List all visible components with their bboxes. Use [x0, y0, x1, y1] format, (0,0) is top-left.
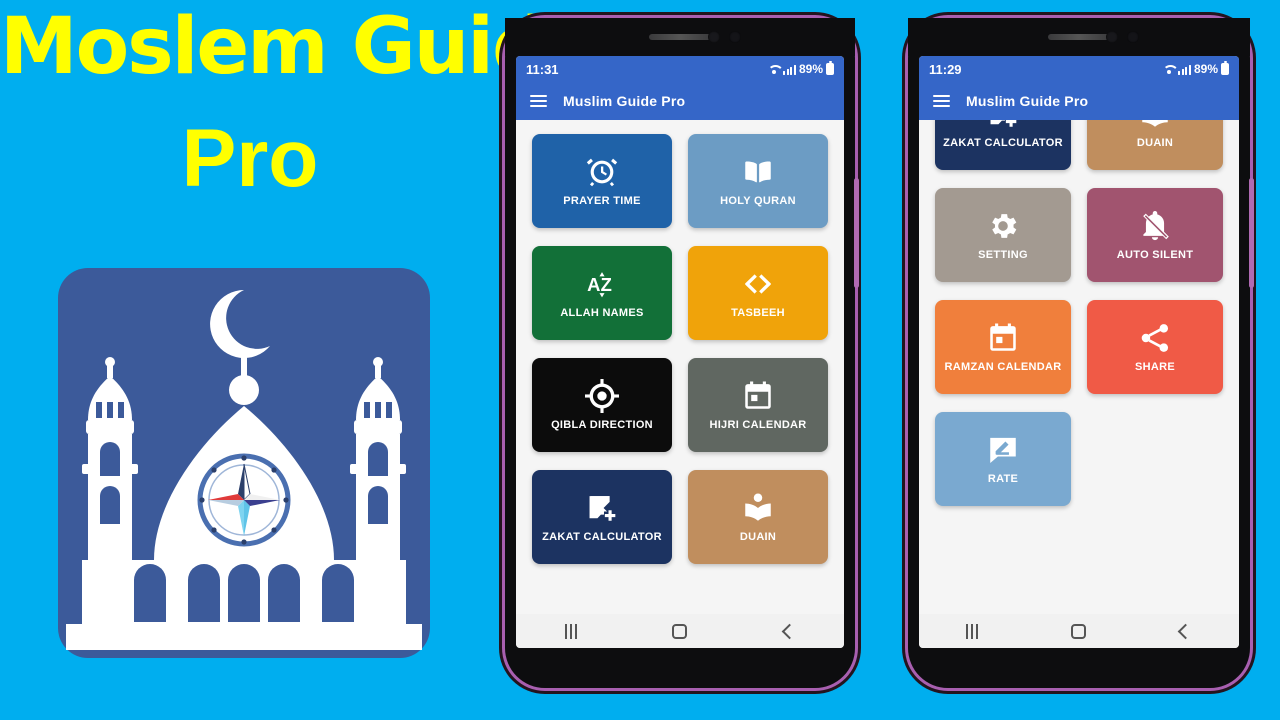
tile-label: SHARE [1134, 360, 1175, 373]
tile-label: PRAYER TIME [563, 194, 641, 207]
tile-label: DUAIN [1136, 136, 1174, 149]
person-reading-icon [741, 491, 775, 525]
tile-label: ZAKAT CALCULATOR [542, 530, 662, 543]
home-icon[interactable] [660, 620, 700, 642]
app-bar: Muslim Guide Pro [919, 82, 1239, 120]
tile-hijri-calendar[interactable]: HIJRI CALENDAR [688, 358, 828, 452]
status-time: 11:29 [929, 61, 962, 77]
cellular-signal-icon [783, 64, 796, 75]
tile-holy-quran[interactable]: HOLY QURAN [688, 134, 828, 228]
tile-label: TASBEEH [731, 306, 785, 319]
back-icon[interactable] [769, 620, 809, 642]
status-battery-percent: 89% [798, 62, 823, 76]
tile-prayer-time[interactable]: PRAYER TIME [532, 134, 672, 228]
android-nav-bar [516, 614, 844, 648]
phone-left-screen: 11:31 89% Muslim Guide Pro PRAYER TIME HO… [516, 56, 844, 648]
gear-icon [986, 209, 1020, 243]
sort-az-icon: AZ [585, 267, 619, 301]
calendar-icon [741, 379, 775, 413]
menu-grid: ZAKAT CALCULATOR DUAIN SETTING AUTO SILENT R… [919, 120, 1239, 520]
status-time: 11:31 [526, 61, 559, 77]
calculator-plus-icon [585, 491, 619, 525]
hamburger-menu-icon[interactable] [530, 95, 547, 107]
hamburger-menu-icon[interactable] [933, 95, 950, 107]
back-icon[interactable] [1166, 620, 1206, 642]
battery-full-icon [1221, 61, 1229, 75]
wifi-icon [1162, 64, 1175, 75]
phone-right-device: 11:29 89% Muslim Guide Pro ZAKAT CALCULA… [908, 18, 1254, 688]
tile-label: ALLAH NAMES [560, 306, 644, 319]
front-sensor-icon [1126, 31, 1139, 43]
battery-charging-icon [826, 61, 834, 75]
wifi-icon [767, 64, 780, 75]
status-bar: 11:31 89% [516, 56, 844, 82]
status-battery-percent: 89% [1193, 62, 1218, 76]
front-sensor-icon [729, 31, 741, 43]
menu-grid-scroll[interactable]: PRAYER TIME HOLY QURAN A Z ALLAH NAMES TASBEE… [516, 120, 844, 614]
phone-left-device: 11:31 89% Muslim Guide Pro PRAYER TIME HO… [505, 18, 859, 688]
tile-label: RAMZAN CALENDAR [944, 360, 1062, 373]
alarm-clock-icon [585, 155, 619, 189]
recents-icon[interactable] [551, 620, 591, 642]
calendar-icon [986, 321, 1020, 355]
earpiece-speaker [649, 34, 711, 40]
svg-text:Z: Z [601, 274, 612, 295]
status-bar: 11:29 89% [919, 56, 1239, 82]
calculator-plus-icon [986, 120, 1020, 131]
rate-review-icon [986, 433, 1020, 467]
tile-label: HIJRI CALENDAR [709, 418, 807, 431]
svg-text:A: A [587, 274, 600, 295]
phone-notch [505, 18, 855, 56]
tile-label: ZAKAT CALCULATOR [943, 136, 1063, 149]
tile-label: SETTING [978, 248, 1028, 261]
tile-zakat-calculator[interactable]: ZAKAT CALCULATOR [532, 470, 672, 564]
promo-panel: Moslem Guide Pro [0, 0, 599, 720]
tile-label: HOLY QURAN [720, 194, 796, 207]
tile-allah-names[interactable]: A Z ALLAH NAMES [532, 246, 672, 340]
open-book-icon [741, 155, 775, 189]
tile-setting[interactable]: SETTING [935, 188, 1071, 282]
app-logo [58, 268, 430, 658]
tile-share[interactable]: SHARE [1087, 300, 1223, 394]
mosque-compass-logo-icon [66, 290, 422, 650]
home-icon[interactable] [1059, 620, 1099, 642]
app-title: Muslim Guide Pro [563, 93, 686, 109]
code-brackets-icon [741, 267, 775, 301]
tile-tasbeeh[interactable]: TASBEEH [688, 246, 828, 340]
menu-grid: PRAYER TIME HOLY QURAN A Z ALLAH NAMES TASBEE… [516, 120, 844, 578]
tile-label: AUTO SILENT [1116, 248, 1194, 261]
android-nav-bar [919, 614, 1239, 648]
cellular-signal-icon [1178, 64, 1191, 75]
bell-off-icon [1138, 209, 1172, 243]
tile-zakat-calculator[interactable]: ZAKAT CALCULATOR [935, 120, 1071, 170]
person-reading-icon [1138, 120, 1172, 131]
phone-side-button[interactable] [1249, 178, 1254, 288]
menu-grid-scroll[interactable]: ZAKAT CALCULATOR DUAIN SETTING AUTO SILENT R… [919, 120, 1239, 614]
promo-title: Moslem Guide [0, 2, 599, 92]
earpiece-speaker [1048, 34, 1110, 40]
app-title: Muslim Guide Pro [966, 93, 1089, 109]
tile-duain[interactable]: DUAIN [1087, 120, 1223, 170]
tile-ramzan-calendar[interactable]: RAMZAN CALENDAR [935, 300, 1071, 394]
front-camera-icon [1106, 31, 1119, 43]
tile-qibla-direction[interactable]: QIBLA DIRECTION [532, 358, 672, 452]
promo-subtitle: Pro [181, 113, 319, 204]
app-bar: Muslim Guide Pro [516, 82, 844, 120]
tile-label: QIBLA DIRECTION [551, 418, 653, 431]
tile-auto-silent[interactable]: AUTO SILENT [1087, 188, 1223, 282]
share-nodes-icon [1138, 321, 1172, 355]
tile-duain[interactable]: DUAIN [688, 470, 828, 564]
gps-crosshair-icon [585, 378, 619, 413]
phone-notch [908, 18, 1250, 56]
phone-right-screen: 11:29 89% Muslim Guide Pro ZAKAT CALCULA… [919, 56, 1239, 648]
tile-rate[interactable]: RATE [935, 412, 1071, 506]
front-camera-icon [708, 31, 720, 43]
tile-label: RATE [987, 472, 1019, 485]
phone-side-button[interactable] [854, 178, 859, 288]
tile-label: DUAIN [739, 530, 777, 543]
recents-icon[interactable] [952, 620, 992, 642]
